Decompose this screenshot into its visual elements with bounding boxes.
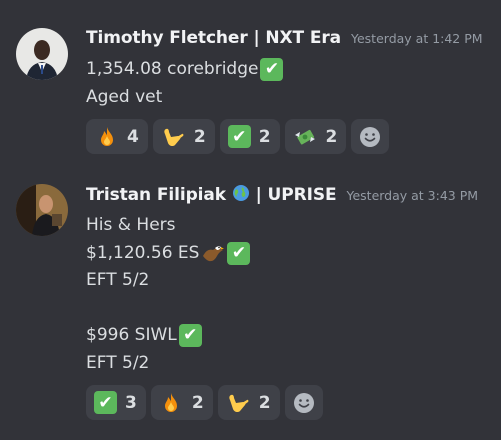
avatar-tristan-image [16,184,68,236]
message-line: EFT 5/2 [86,267,493,295]
reactions-bar: ✔ 3 2 2 [86,385,493,420]
scroll-artifact-icon: • [96,0,102,3]
message-line-blank [86,295,493,323]
reaction-count: 3 [125,392,137,413]
call-me-hand-icon [226,390,251,415]
reaction-count: 2 [258,392,271,413]
avatar-tristan[interactable] [16,184,68,236]
author-name-text: Tristan Filipiak [86,185,226,205]
message-line: $996 SIWL ✔ [86,322,493,350]
reaction-check[interactable]: ✔ 2 [219,119,280,154]
author-name[interactable]: Timothy Fletcher | NXT Era [86,28,341,48]
message-text: His & Hers [86,215,176,235]
reaction-fire[interactable]: 2 [150,385,213,420]
call-me-hand-icon [161,124,186,149]
reaction-count: 2 [325,126,338,147]
message-timestamp[interactable]: Yesterday at 1:42 PM [351,31,483,46]
avatar-timothy[interactable] [16,28,68,80]
reaction-money-wings[interactable]: 2 [284,119,347,154]
check-mark-icon: ✔ [227,125,251,148]
message-text: Aged vet [86,86,163,107]
fire-icon [94,124,119,149]
message-text: $1,120.56 ES [86,242,200,263]
check-mark-icon: ✔ [94,391,117,414]
message-line: 1,354.08 corebridge ✔ [86,56,493,84]
message-text: EFT 5/2 [86,270,150,290]
avatar-timothy-image [16,28,68,80]
reaction-call-me[interactable]: 2 [152,119,215,154]
reaction-check[interactable]: ✔ 3 [86,385,146,420]
reaction-call-me[interactable]: 2 [217,385,280,420]
author-suffix-text: | UPRISE [255,185,337,205]
check-mark-icon: ✔ [178,324,202,348]
fire-icon [159,390,184,415]
add-reaction-button[interactable] [351,119,390,154]
message-line: His & Hers [86,212,493,240]
smiley-icon [293,392,314,413]
add-reaction-button[interactable] [284,385,323,420]
money-with-wings-icon [293,124,318,149]
reaction-count: 2 [191,392,204,413]
message-text: 1,354.08 corebridge [86,59,259,79]
message-line: EFT 5/2 [86,350,493,378]
reaction-count: 2 [258,126,271,147]
message-line: $1,120.56 ES ✔ [86,240,493,268]
reaction-fire[interactable]: 4 [86,119,148,154]
reactions-bar: 4 2 ✔ 2 2 [86,119,493,154]
message-timestamp[interactable]: Yesterday at 3:43 PM [346,188,478,203]
eagle-icon [203,246,225,262]
message-line: Aged vet [86,84,493,112]
check-mark-icon: ✔ [227,241,251,265]
reaction-count: 4 [127,126,139,147]
reaction-count: 2 [193,126,206,147]
author-name[interactable]: Tristan Filipiak | UPRISE [86,184,337,205]
smiley-icon [360,126,381,147]
globe-icon [232,185,249,201]
message-text: $996 SIWL [86,325,177,345]
message-text: EFT 5/2 [86,352,150,373]
check-mark-icon: ✔ [260,58,284,82]
